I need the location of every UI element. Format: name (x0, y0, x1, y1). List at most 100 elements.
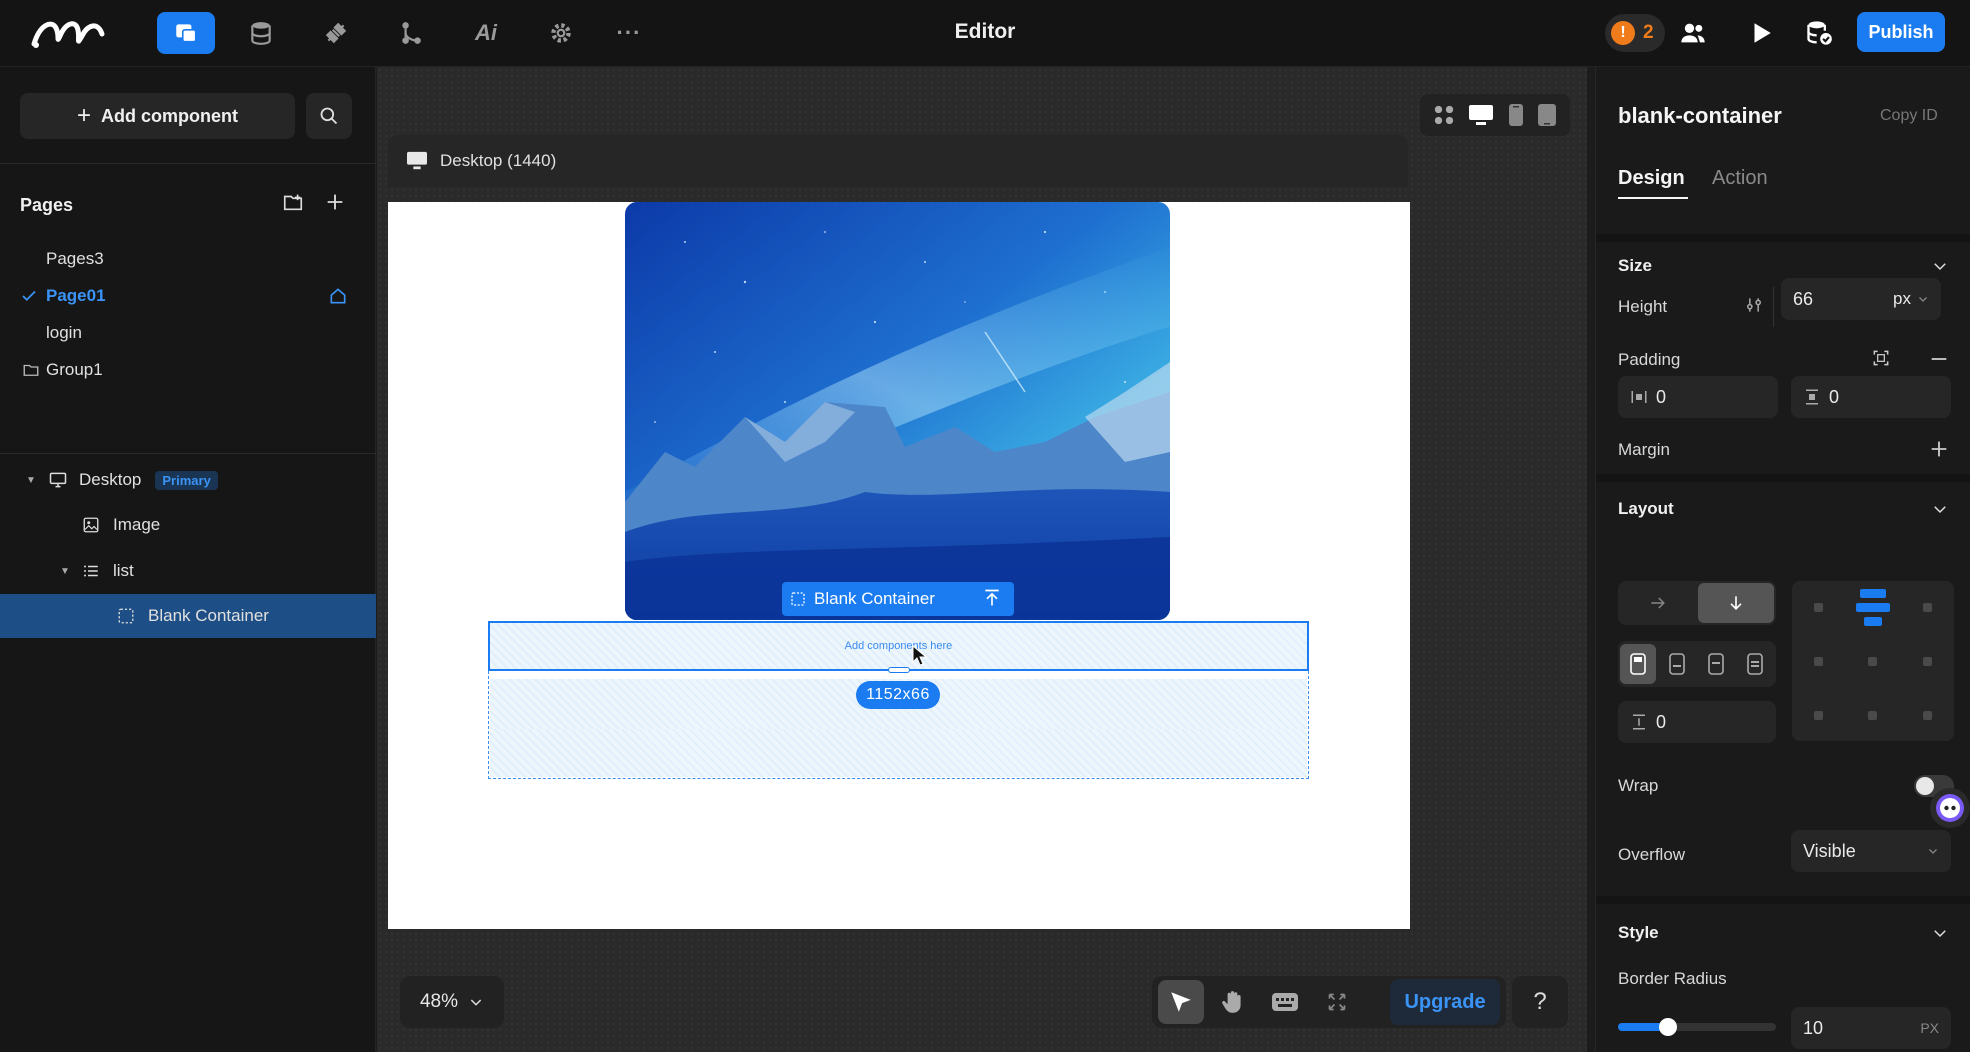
add-component-label: Add component (101, 105, 238, 126)
mobile-view-icon[interactable] (1508, 103, 1524, 127)
home-icon[interactable] (328, 286, 348, 306)
help-button[interactable]: ? (1512, 976, 1568, 1028)
users-icon (1681, 23, 1705, 43)
hero-image[interactable] (625, 202, 1170, 620)
height-value: 66 (1793, 288, 1814, 309)
preview-button[interactable] (1746, 18, 1776, 48)
plugin-nav-button[interactable] (307, 12, 365, 54)
page-group-group1[interactable]: Group1 (0, 350, 376, 390)
fit-screen-tool[interactable] (1314, 980, 1360, 1024)
layer-blank-container[interactable]: Blank Container (0, 594, 376, 638)
caret-down-icon[interactable]: ▼ (26, 475, 36, 486)
ai-nav-button[interactable]: Ai (457, 12, 515, 54)
select-parent-icon[interactable] (982, 587, 1002, 609)
layer-desktop[interactable]: ▼ Desktop Primary (0, 458, 376, 502)
add-component-button[interactable]: + Add component (20, 93, 295, 139)
chevron-down-icon[interactable] (1931, 924, 1949, 942)
mountain-landscape-image (625, 202, 1170, 620)
publish-button[interactable]: Publish (1857, 12, 1945, 52)
padding-x-input[interactable]: 0 (1618, 376, 1778, 418)
list-icon (84, 565, 98, 577)
add-folder-icon[interactable] (282, 191, 304, 213)
select-tool[interactable] (1158, 980, 1204, 1024)
grid-dot[interactable] (1923, 603, 1932, 612)
page-item-page01[interactable]: Page01 (0, 276, 376, 316)
frame-header[interactable]: Desktop (1440) (388, 135, 1408, 187)
hand-tool[interactable] (1210, 980, 1256, 1024)
grid-dot[interactable] (1814, 657, 1823, 666)
border-radius-input[interactable]: 10 PX (1791, 1007, 1951, 1049)
height-label: Height (1618, 297, 1668, 316)
add-page-icon[interactable] (324, 191, 346, 213)
style-heading[interactable]: Style (1618, 923, 1659, 943)
settings-nav-button[interactable] (532, 12, 590, 54)
border-radius-label: Border Radius (1618, 969, 1727, 988)
warnings-button[interactable]: ! 2 (1605, 14, 1665, 52)
alignment-grid[interactable] (1792, 581, 1954, 741)
align-center-button[interactable] (1659, 644, 1695, 684)
database-nav-button[interactable] (232, 12, 290, 54)
comment-tool[interactable] (1262, 980, 1308, 1024)
selected-blank-container[interactable]: Add components here (488, 621, 1309, 671)
caret-down-icon[interactable]: ▼ (60, 566, 70, 577)
grid-dot[interactable] (1814, 603, 1823, 612)
dashed-box-icon (791, 592, 805, 606)
align-stretch-button[interactable] (1737, 644, 1773, 684)
grid-view-icon[interactable] (1433, 104, 1455, 126)
align-start-button[interactable] (1620, 644, 1656, 684)
grid-dot[interactable] (1868, 657, 1877, 666)
collapse-icon[interactable] (1928, 348, 1950, 370)
padding-y-input[interactable]: 0 (1791, 376, 1951, 418)
tab-design[interactable]: Design (1618, 167, 1685, 190)
layer-image[interactable]: Image (0, 503, 376, 547)
chevron-down-icon (470, 999, 482, 1006)
assistant-button[interactable] (1930, 788, 1970, 828)
chevron-down-icon[interactable] (1931, 500, 1949, 518)
padding-individual-icon[interactable] (1871, 348, 1891, 368)
data-status-button[interactable] (1804, 18, 1834, 48)
align-stretch-icon (1747, 653, 1763, 675)
image-icon (83, 517, 99, 533)
search-button[interactable] (306, 93, 352, 139)
chevron-down-icon[interactable] (1931, 257, 1949, 275)
wrap-label: Wrap (1618, 776, 1659, 795)
gap-input[interactable]: 0 (1618, 701, 1776, 743)
selected-component-tag[interactable]: Blank Container (782, 582, 1014, 616)
size-heading[interactable]: Size (1618, 256, 1652, 276)
hand-icon (1222, 991, 1241, 1013)
layer-list[interactable]: ▼ list (0, 549, 376, 593)
pages-actions (282, 191, 346, 213)
add-margin-icon[interactable] (1928, 438, 1950, 460)
height-unit-select[interactable]: px (1893, 289, 1929, 309)
more-nav-button[interactable]: ··· (600, 12, 658, 54)
direction-horizontal-button[interactable] (1620, 583, 1696, 623)
layout-heading[interactable]: Layout (1618, 499, 1674, 519)
overflow-select[interactable]: Visible (1791, 830, 1951, 872)
upgrade-button[interactable]: Upgrade (1390, 979, 1500, 1025)
copy-id-button[interactable]: Copy ID (1880, 107, 1938, 125)
tab-action[interactable]: Action (1712, 167, 1768, 190)
pages-nav-button[interactable] (157, 12, 215, 54)
zoom-dropdown[interactable]: 48% (400, 976, 504, 1028)
desktop-view-icon[interactable] (1468, 104, 1494, 126)
grid-dot[interactable] (1923, 657, 1932, 666)
border-radius-value: 10 (1803, 1017, 1824, 1038)
grid-dot[interactable] (1814, 711, 1823, 720)
expand-icon (1328, 993, 1346, 1011)
page-item-pages3[interactable]: Pages3 (0, 239, 376, 279)
active-alignment-icon[interactable] (1856, 589, 1890, 629)
sizing-mode-icon[interactable] (1744, 295, 1764, 315)
collaborators-button[interactable] (1678, 18, 1708, 48)
flow-nav-button[interactable] (382, 12, 440, 54)
grid-dot[interactable] (1868, 711, 1877, 720)
app-logo[interactable] (30, 14, 106, 52)
border-radius-slider[interactable] (1618, 1018, 1776, 1036)
slider-knob[interactable] (1659, 1018, 1677, 1036)
page-item-login[interactable]: login (0, 313, 376, 353)
grid-dot[interactable] (1923, 711, 1932, 720)
editor-title: Editor (954, 20, 1016, 43)
tablet-view-icon[interactable] (1537, 103, 1557, 127)
height-input[interactable]: 66 px (1781, 278, 1941, 320)
align-end-button[interactable] (1698, 644, 1734, 684)
direction-vertical-button[interactable] (1698, 583, 1774, 623)
